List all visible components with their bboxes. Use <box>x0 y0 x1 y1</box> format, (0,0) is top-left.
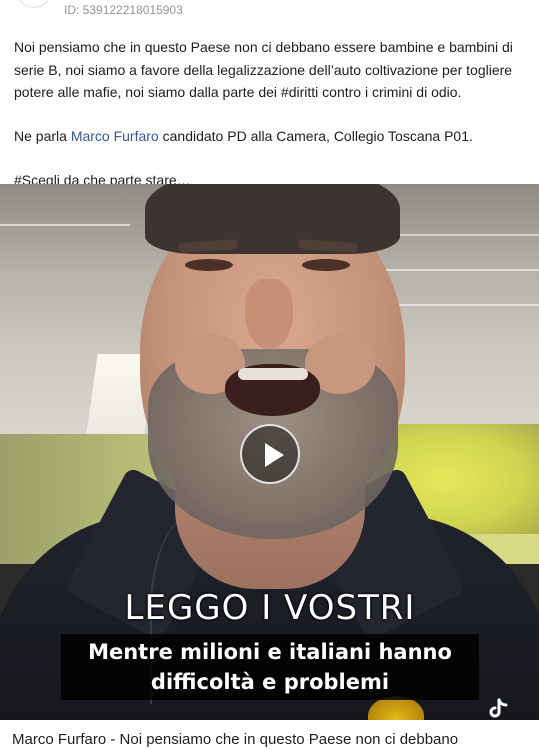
video-subtitle-line-2: difficoltà e problemi <box>150 670 390 694</box>
ad-paragraph-2-prefix: Ne parla <box>14 128 71 144</box>
ad-paragraph-2: Ne parla Marco Furfaro candidato PD alla… <box>14 125 526 148</box>
candidate-link[interactable]: Marco Furfaro <box>71 128 159 144</box>
avatar[interactable] <box>16 0 52 8</box>
video-link-title[interactable]: Marco Furfaro - Noi pensiamo che in ques… <box>12 730 539 750</box>
ad-body-text: Noi pensiamo che in questo Paese non ci … <box>14 36 526 192</box>
video-caption-title: LEGGO I VOSTRI <box>124 588 416 628</box>
play-icon <box>265 443 284 467</box>
play-button[interactable] <box>240 424 300 484</box>
video-subtitle-line-1: Mentre milioni e italiani hanno <box>88 640 452 664</box>
video-player[interactable]: LEGGO I VOSTRI Mentre milioni e italiani… <box>0 184 539 720</box>
tiktok-icon <box>489 698 508 718</box>
ad-paragraph-2-suffix: candidato PD alla Camera, Collegio Tosca… <box>158 128 473 144</box>
ad-id: ID: 539122218015903 <box>64 3 183 17</box>
video-subtitle-box: Mentre milioni e italiani hanno difficol… <box>61 634 479 700</box>
ad-header: ID: 539122218015903 <box>0 0 539 28</box>
ad-paragraph-1: Noi pensiamo che in questo Paese non ci … <box>14 39 513 100</box>
